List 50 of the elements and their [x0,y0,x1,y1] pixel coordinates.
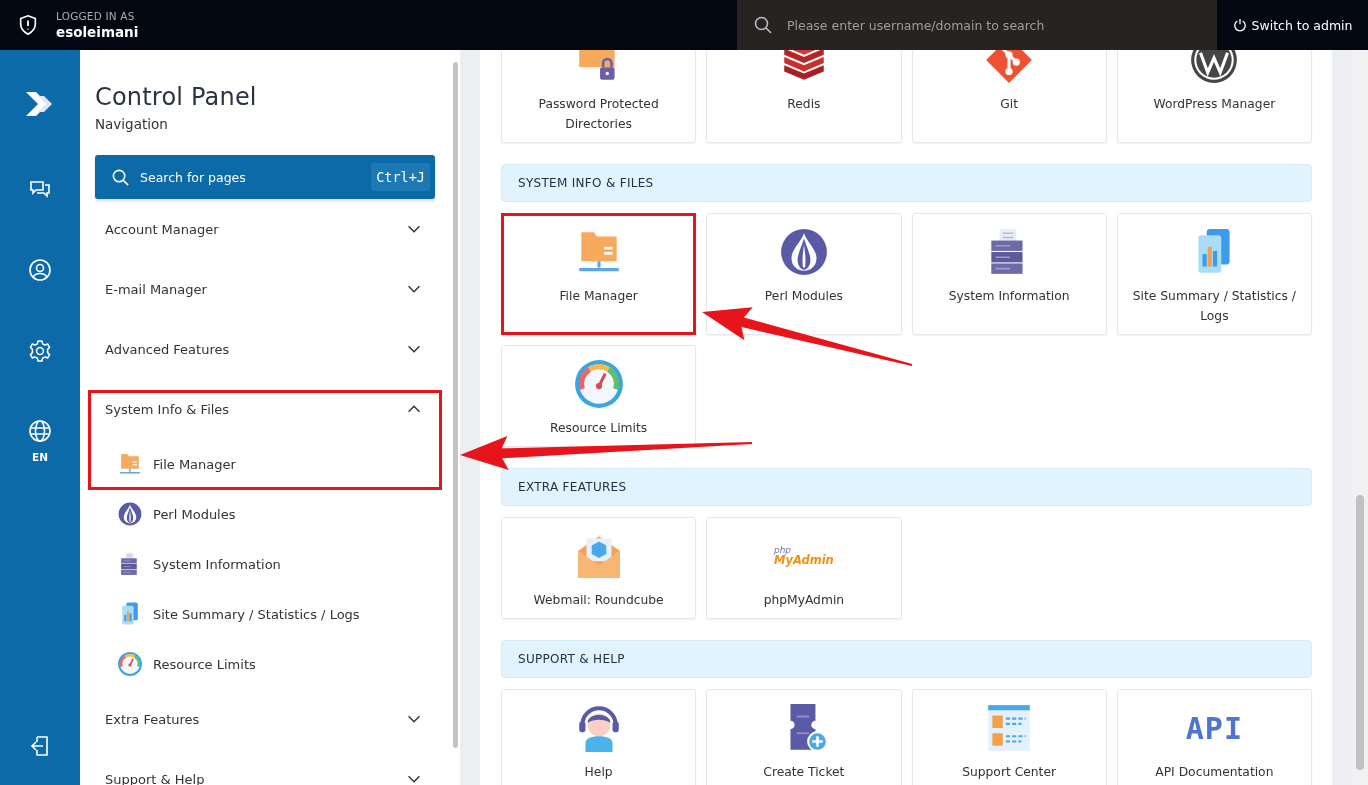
feature-card[interactable]: WordPress Manager [1116,50,1312,143]
menu-group-header[interactable]: Account Manager [95,199,435,259]
folder-icon [117,451,143,477]
feature-card[interactable]: Site Summary / Statistics / Logs [1116,213,1312,335]
menu-group-header[interactable]: E-mail Manager [95,259,435,319]
menu-item[interactable]: Perl Modules [95,489,435,539]
gauge-icon [117,651,143,677]
feature-card[interactable]: Password Protected Directories [501,50,697,143]
settings-icon[interactable] [28,339,52,363]
section-header: SYSTEM INFO & FILES [501,164,1312,202]
page-search-button[interactable]: Search for pages Ctrl+J [95,155,435,199]
logo-prefix: php [773,545,792,555]
panel-subtitle: Navigation [95,116,169,132]
gauge-icon [572,358,625,410]
api-logo: API [1185,710,1243,746]
search-icon [111,167,130,187]
feature-card[interactable]: API API Documentation [1116,689,1312,785]
section-header: EXTRA FEATURES [501,468,1312,506]
shield-icon [17,14,39,36]
menu-item[interactable]: Resource Limits [95,639,435,689]
scrollbar[interactable] [453,62,458,748]
section-header: SUPPORT & HELP [501,640,1312,678]
feature-card[interactable]: Support Center [911,689,1107,785]
feature-card[interactable]: php MyAdmin phpMyAdmin [706,517,902,619]
menu-item[interactable]: File Manager [95,439,435,489]
feature-card[interactable]: System Information [911,213,1107,335]
username: esoleimani [56,24,139,40]
feature-card[interactable]: Create Ticket [706,689,902,785]
logged-in-label: LOGGED IN AS [56,10,136,22]
menu-item[interactable]: System Information [95,539,435,589]
power-icon [1232,18,1247,32]
feature-card[interactable]: Redis [706,50,902,143]
feature-card[interactable]: Help [501,689,697,785]
scrollbar[interactable] [1352,50,1368,785]
menu-group-header[interactable]: System Info & Files [95,379,435,439]
panel-title: Control Panel [95,83,258,111]
feature-card[interactable]: File Manager [501,213,697,335]
shortcut-key: Ctrl+J [371,163,430,191]
logo-text: MyAdmin [773,554,834,567]
menu-item[interactable]: Site Summary / Statistics / Logs [95,589,435,639]
language-link[interactable]: EN [32,451,48,463]
user-icon[interactable] [28,258,52,282]
menu-group-header[interactable]: Advanced Features [95,319,435,379]
onion-icon [117,501,143,527]
switch-admin-button[interactable]: Switch to admin [1217,0,1368,50]
feature-card[interactable]: Webmail: Roundcube [501,517,697,619]
feature-card[interactable]: Git [911,50,1107,143]
menu-group-header[interactable]: Extra Features [95,689,435,749]
globe-icon[interactable] [28,419,52,443]
search-field[interactable]: Please enter username/domain to search [737,0,1217,50]
